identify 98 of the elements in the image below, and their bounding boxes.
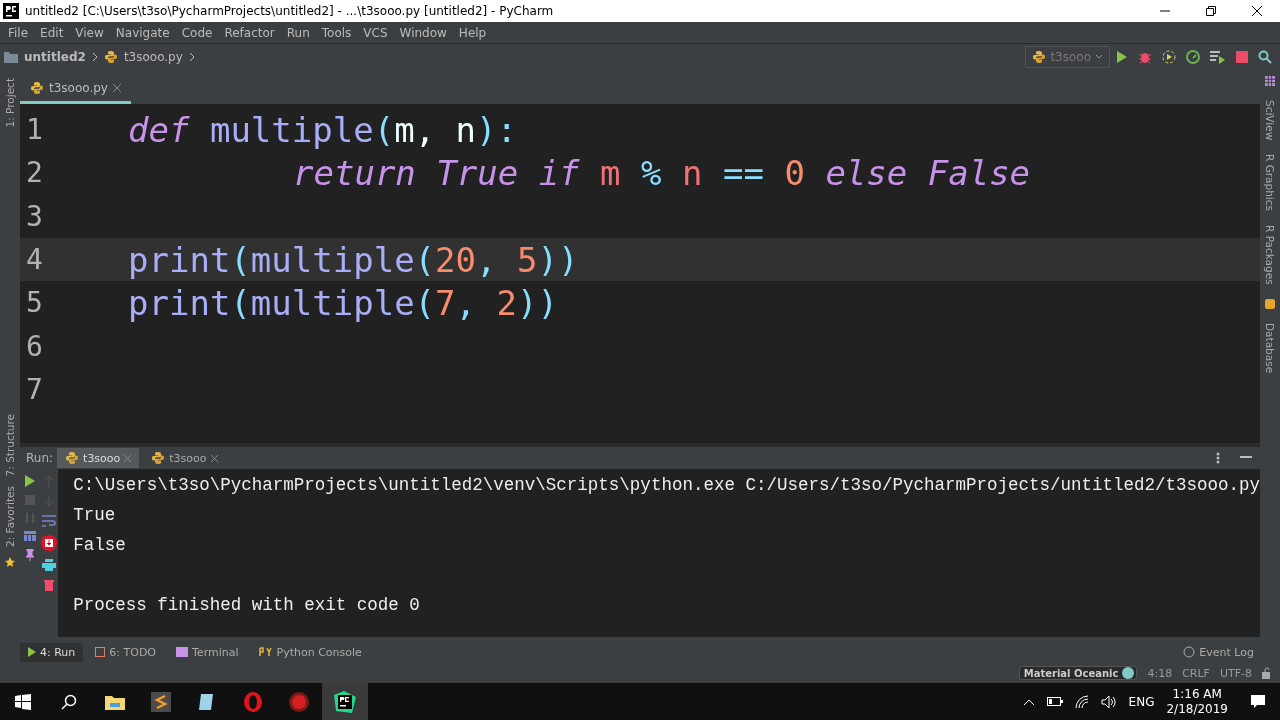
- editor-app-icon[interactable]: [151, 691, 171, 712]
- event-log-button[interactable]: Event Log: [1183, 645, 1280, 659]
- record-icon[interactable]: [289, 691, 309, 712]
- notification-icon[interactable]: [1250, 693, 1266, 710]
- app-logo-icon: [3, 3, 19, 19]
- python-icon: [1032, 50, 1047, 64]
- pin-icon[interactable]: [24, 549, 35, 561]
- code-line: print(multiple(7, 2)): [128, 282, 558, 323]
- run-icon[interactable]: [1116, 50, 1128, 64]
- favorites-tool-tab[interactable]: 2: Favorites: [4, 486, 16, 547]
- menu-item[interactable]: VCS: [357, 25, 394, 40]
- project-tool-tab[interactable]: 1: Project: [4, 78, 16, 128]
- rerun-icon[interactable]: [23, 475, 36, 487]
- menu-item[interactable]: Edit: [34, 25, 70, 40]
- search-icon[interactable]: [61, 693, 77, 710]
- menu-item[interactable]: View: [69, 25, 110, 40]
- folder-icon: [4, 51, 18, 63]
- file-encoding[interactable]: UTF-8: [1219, 666, 1252, 680]
- wrap-icon[interactable]: [41, 515, 56, 527]
- code-line: return True if m % n == 0 else False: [293, 152, 1031, 193]
- line-number: 4: [25, 243, 44, 277]
- minimize-icon[interactable]: [1240, 456, 1252, 460]
- volume-icon[interactable]: [1100, 694, 1117, 709]
- menu-item[interactable]: Help: [452, 25, 493, 40]
- language-indicator[interactable]: ENG: [1128, 694, 1155, 709]
- speech-bubble-icon: [1183, 646, 1196, 658]
- line-number: 3: [25, 199, 44, 233]
- code-line: def multiple(m, n):: [128, 109, 518, 150]
- python-file-icon: [30, 80, 44, 95]
- tool-window-tab[interactable]: Python Console: [250, 642, 370, 662]
- line-number: 5: [25, 286, 44, 320]
- more-icon[interactable]: [1216, 452, 1220, 464]
- line-number: 7: [25, 372, 44, 406]
- windows-start-icon[interactable]: [15, 693, 31, 710]
- breadcrumb-item[interactable]: t3sooo.py: [123, 50, 183, 64]
- menu-item[interactable]: Navigate: [109, 25, 176, 40]
- layout-icon[interactable]: [23, 531, 36, 541]
- close-icon[interactable]: [1252, 6, 1262, 16]
- debug-icon[interactable]: [1138, 50, 1152, 64]
- line-ending[interactable]: CRLF: [1182, 666, 1210, 680]
- window-title: untitled2 [C:\Users\t3so\PycharmProjects\untitled2] - ...\t3sooo.py [untitled2] - PyCharm: [25, 4, 555, 18]
- chevron-icon: [188, 52, 195, 62]
- chevron-icon: [91, 52, 98, 62]
- tool-window-tab[interactable]: Terminal: [168, 642, 247, 662]
- menu-item[interactable]: Window: [393, 25, 453, 40]
- browser-icon[interactable]: [243, 691, 263, 712]
- todo-icon: [95, 647, 106, 657]
- terminal-icon: [176, 647, 188, 657]
- wifi-icon[interactable]: [1074, 694, 1089, 709]
- clock[interactable]: 1:16 AM 2/18/2019: [1166, 686, 1228, 717]
- menu-item[interactable]: Code: [175, 25, 219, 40]
- console-line: C:\Users\t3so\PycharmProjects\untitled2\venv\Scripts\python.exe C:/Users/t3so/PycharmProjects/untitled2/t3sooo.py: [73, 475, 1260, 497]
- battery-icon[interactable]: [1046, 697, 1063, 706]
- breadcrumb-item[interactable]: untitled2: [24, 50, 86, 64]
- run-label: Run:: [26, 451, 54, 465]
- console-line: True: [73, 505, 117, 527]
- python-console-icon: [258, 647, 273, 657]
- line-number: 2: [25, 156, 44, 190]
- structure-tool-tab[interactable]: 7: Structure: [4, 413, 16, 476]
- line-number: 1: [25, 113, 44, 147]
- menu-item[interactable]: File: [2, 25, 35, 40]
- scroll-end-icon[interactable]: [40, 535, 57, 551]
- trash-icon[interactable]: [43, 579, 54, 591]
- coverage-icon[interactable]: [1162, 50, 1176, 64]
- code-line: print(multiple(20, 5)): [128, 239, 579, 280]
- chevron-down-icon: [1095, 54, 1103, 60]
- chevron-up-icon[interactable]: [1022, 697, 1035, 706]
- side-tool-tab[interactable]: R Packages: [1264, 225, 1276, 285]
- side-tool-tab[interactable]: Database: [1264, 322, 1276, 374]
- python-icon: [65, 451, 80, 465]
- python-icon: [151, 451, 166, 465]
- console-line: Process finished with exit code 0: [73, 595, 421, 617]
- print-icon[interactable]: [41, 559, 56, 571]
- folder-icon[interactable]: [105, 693, 125, 710]
- run-list-icon[interactable]: [1210, 50, 1226, 64]
- tool-window-tab[interactable]: 6: TODO: [87, 642, 164, 662]
- run-tab[interactable]: t3sooo: [143, 448, 226, 468]
- side-tool-tab[interactable]: R Graphics: [1264, 154, 1276, 212]
- restore-icon[interactable]: [1206, 6, 1216, 16]
- side-tool-tab[interactable]: SciView: [1264, 100, 1276, 141]
- toggle-icon: [1122, 667, 1135, 679]
- caret-position[interactable]: 4:18: [1147, 666, 1173, 680]
- menu-item[interactable]: Tools: [315, 25, 358, 40]
- ide-app-icon[interactable]: [334, 690, 356, 713]
- menu-item[interactable]: Run: [280, 25, 316, 40]
- run-icon: [28, 647, 36, 657]
- lock-icon[interactable]: [1262, 667, 1272, 679]
- line-number: 6: [25, 329, 44, 363]
- python-file-icon: [103, 50, 118, 64]
- menu-item[interactable]: Refactor: [218, 25, 281, 40]
- console-line: False: [73, 535, 127, 557]
- run-tab[interactable]: t3sooo: [57, 448, 140, 468]
- star-icon: [5, 557, 15, 567]
- database-icon: [1265, 298, 1275, 309]
- grid-icon: [1265, 76, 1275, 86]
- tool-window-tab[interactable]: 4: Run: [20, 642, 84, 662]
- theme-indicator[interactable]: Material Oceanic: [1018, 666, 1138, 680]
- gauge-icon[interactable]: [1186, 50, 1200, 64]
